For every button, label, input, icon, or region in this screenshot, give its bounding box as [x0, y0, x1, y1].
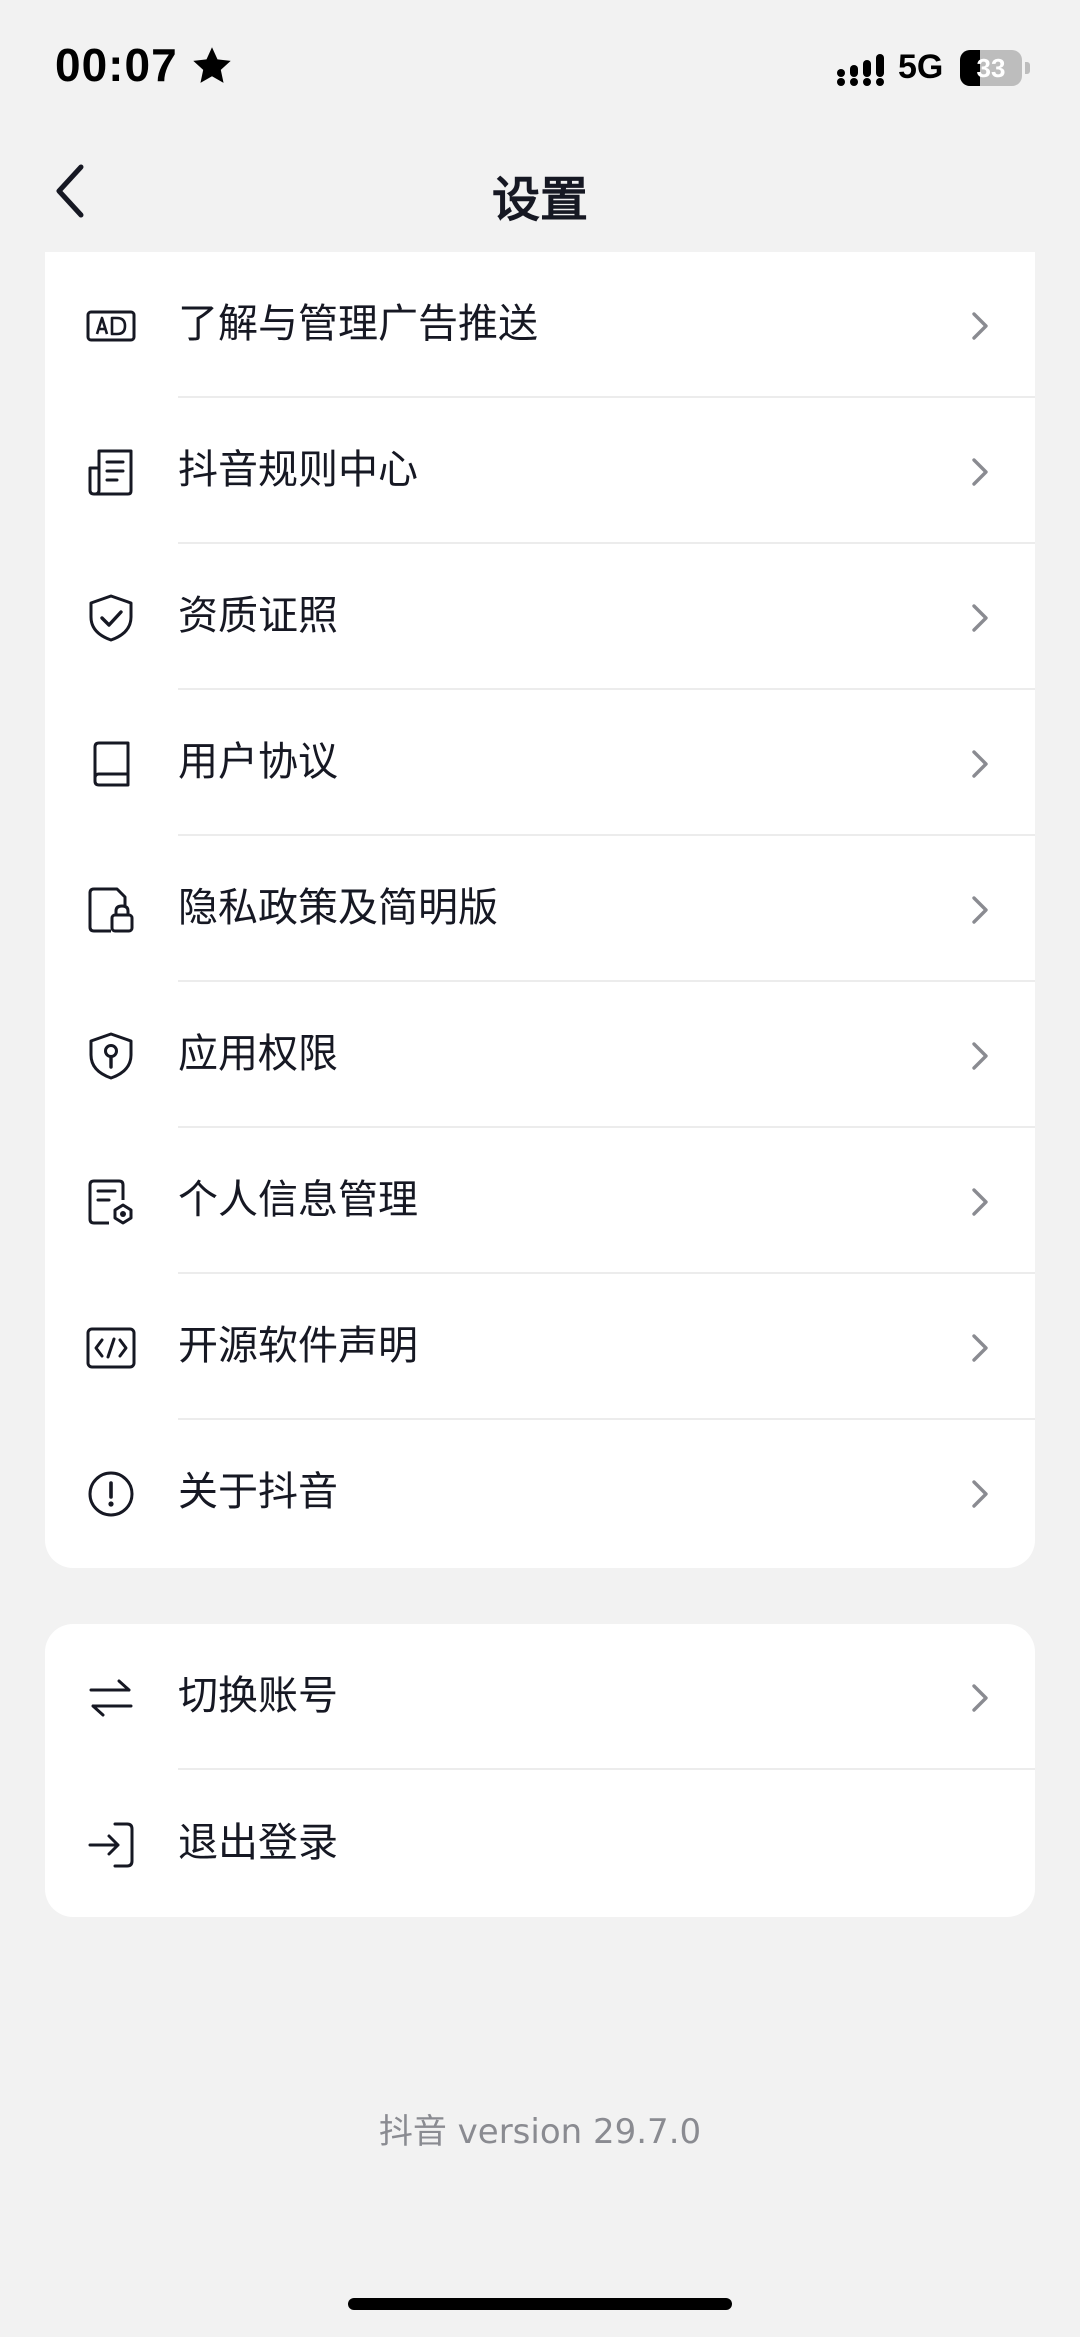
logout-button[interactable]: 退出登录 — [45, 1771, 1035, 1917]
shield-check-icon — [85, 592, 137, 644]
settings-item-app-permissions[interactable]: 应用权限 — [45, 982, 1035, 1128]
chevron-right-icon — [972, 750, 988, 778]
nav-bar: 设置 — [0, 130, 1080, 252]
settings-item-label: 隐私政策及简明版 — [178, 885, 498, 931]
ad-icon — [85, 300, 137, 352]
settings-item-personal-info[interactable]: 个人信息管理 — [45, 1128, 1035, 1274]
settings-item-user-agreement[interactable]: 用户协议 — [45, 690, 1035, 836]
settings-item-label: 应用权限 — [178, 1031, 338, 1077]
page-title: 设置 — [491, 172, 588, 228]
book-icon — [85, 738, 137, 790]
settings-item-rules-center[interactable]: 抖音规则中心 — [45, 398, 1035, 544]
settings-item-label: 抖音规则中心 — [178, 447, 418, 493]
settings-item-ad-management[interactable]: 了解与管理广告推送 — [45, 252, 1035, 398]
chevron-right-icon — [972, 1334, 988, 1362]
chevron-right-icon — [972, 604, 988, 632]
chevron-right-icon — [972, 1684, 988, 1712]
document-list-icon — [85, 446, 137, 498]
switch-account-label: 切换账号 — [178, 1673, 338, 1719]
switch-account-button[interactable]: 切换账号 — [45, 1624, 1035, 1770]
settings-list: 了解与管理广告推送 抖音规则中心 资质证照 用户协议 隐私政策及简明版 应用权限… — [45, 252, 1035, 1568]
version-text: 抖音 version 29.7.0 — [378, 2112, 702, 2152]
chevron-right-icon — [972, 896, 988, 924]
status-time: 00:07 — [55, 39, 178, 91]
settings-item-label: 关于抖音 — [178, 1469, 338, 1515]
file-settings-icon — [85, 1176, 137, 1228]
settings-item-label: 开源软件声明 — [178, 1323, 418, 1369]
battery-level: 33 — [976, 53, 1006, 83]
chevron-right-icon — [972, 1188, 988, 1216]
code-icon — [85, 1322, 137, 1374]
settings-item-label: 个人信息管理 — [178, 1177, 418, 1223]
settings-item-label: 用户协议 — [178, 739, 338, 785]
file-lock-icon — [85, 884, 137, 936]
settings-item-open-source[interactable]: 开源软件声明 — [45, 1274, 1035, 1420]
home-indicator[interactable] — [348, 2298, 732, 2310]
chevron-right-icon — [972, 1480, 988, 1508]
logout-label: 退出登录 — [178, 1820, 338, 1866]
settings-item-label: 资质证照 — [178, 593, 338, 639]
info-circle-icon — [85, 1468, 137, 1520]
chevron-right-icon — [972, 458, 988, 486]
divider — [178, 1768, 1035, 1770]
chevron-right-icon — [972, 312, 988, 340]
settings-item-label: 了解与管理广告推送 — [178, 301, 538, 347]
settings-item-qualifications[interactable]: 资质证照 — [45, 544, 1035, 690]
battery-icon: 33 — [960, 50, 1032, 86]
network-type: 5G — [898, 48, 944, 86]
settings-item-privacy-policy[interactable]: 隐私政策及简明版 — [45, 836, 1035, 982]
swap-icon — [85, 1672, 137, 1724]
star-icon — [193, 47, 231, 83]
logout-icon — [85, 1819, 137, 1871]
settings-item-about[interactable]: 关于抖音 — [45, 1420, 1035, 1566]
signal-icon — [837, 54, 884, 86]
status-bar: 00:07 5G 33 — [0, 0, 1080, 130]
shield-key-icon — [85, 1030, 137, 1082]
chevron-right-icon — [972, 1042, 988, 1070]
account-section: 切换账号 退出登录 — [45, 1624, 1035, 1917]
